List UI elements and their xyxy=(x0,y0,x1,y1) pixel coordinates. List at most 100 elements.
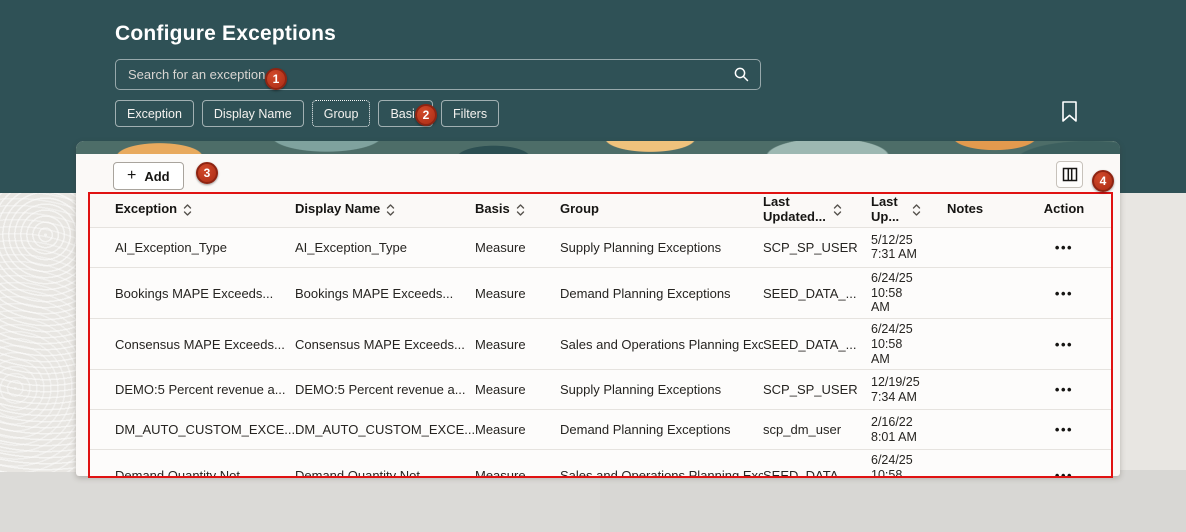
cell-last-updated-date: 6/24/25 10:58 AM xyxy=(871,450,947,476)
column-header-notes: Notes xyxy=(947,200,1033,219)
table-toolbar: + Add xyxy=(76,154,1120,193)
cell-notes xyxy=(947,384,1033,396)
cell-display-name: DM_AUTO_CUSTOM_EXCE... xyxy=(295,416,475,443)
bookmark-icon xyxy=(1060,100,1079,123)
cell-last-updated-by: SCP_SP_USER xyxy=(763,234,871,261)
cell-basis: Measure xyxy=(475,416,560,443)
table-row[interactable]: AI_Exception_Type AI_Exception_Type Meas… xyxy=(88,227,1113,267)
content-panel: + Add Exception xyxy=(76,141,1120,476)
column-label: Last Up... xyxy=(871,195,906,225)
search-box[interactable] xyxy=(115,59,761,90)
plus-icon: + xyxy=(127,168,136,184)
search-icon xyxy=(733,66,750,83)
page: Configure Exceptions Exception Display N… xyxy=(0,0,1186,532)
cell-action: ••• xyxy=(1033,377,1113,402)
add-button-label: Add xyxy=(144,169,169,184)
column-header-group[interactable]: Group xyxy=(560,200,763,219)
manage-columns-button[interactable] xyxy=(1056,161,1083,188)
cell-exception: DM_AUTO_CUSTOM_EXCE... xyxy=(88,416,295,443)
table-row[interactable]: Consensus MAPE Exceeds... Consensus MAPE… xyxy=(88,318,1113,369)
cell-last-updated-date: 6/24/25 10:58 AM xyxy=(871,319,947,369)
cell-group: Demand Planning Exceptions xyxy=(560,416,763,443)
row-actions-button[interactable]: ••• xyxy=(1055,469,1073,476)
cell-last-updated-date: 6/24/25 10:58 AM xyxy=(871,268,947,318)
cell-action: ••• xyxy=(1033,235,1113,260)
exceptions-table: Exception Display Name Basis xyxy=(88,193,1113,476)
cell-last-updated-date: 2/16/22 8:01 AM xyxy=(871,412,947,448)
cell-display-name: Consensus MAPE Exceeds... xyxy=(295,331,475,358)
row-actions-button[interactable]: ••• xyxy=(1055,383,1073,396)
cell-group: Sales and Operations Planning Excep xyxy=(560,462,763,476)
cell-notes xyxy=(947,470,1033,477)
column-header-basis[interactable]: Basis xyxy=(475,200,560,219)
cell-exception: Bookings MAPE Exceeds... xyxy=(88,280,295,307)
sort-icon[interactable] xyxy=(183,203,192,217)
cell-exception: Consensus MAPE Exceeds... xyxy=(88,331,295,358)
cell-last-updated-by: scp_dm_user xyxy=(763,416,871,443)
cell-display-name: Bookings MAPE Exceeds... xyxy=(295,280,475,307)
chip-basis[interactable]: Basis xyxy=(378,100,433,127)
sort-icon[interactable] xyxy=(833,203,842,217)
search-category-chips: Exception Display Name Group Basis Filte… xyxy=(115,100,499,127)
cell-last-updated-by: SEED_DATA_... xyxy=(763,331,871,358)
cell-basis: Measure xyxy=(475,376,560,403)
cell-notes xyxy=(947,241,1033,253)
row-actions-button[interactable]: ••• xyxy=(1055,423,1073,436)
cell-display-name: DEMO:5 Percent revenue a... xyxy=(295,376,475,403)
decor-rice-pattern xyxy=(600,470,1186,532)
search-input[interactable] xyxy=(128,67,733,82)
cell-display-name: AI_Exception_Type xyxy=(295,234,475,261)
cell-last-updated-date: 12/19/25 7:34 AM xyxy=(871,372,947,408)
column-header-action: Action xyxy=(1033,200,1113,219)
row-actions-button[interactable]: ••• xyxy=(1055,287,1073,300)
decor-banner xyxy=(76,141,1120,154)
add-button[interactable]: + Add xyxy=(113,162,184,190)
search-button[interactable] xyxy=(733,66,750,83)
cell-action: ••• xyxy=(1033,332,1113,357)
cell-exception: Demand Quantity Not... xyxy=(88,462,295,476)
table-row[interactable]: DM_AUTO_CUSTOM_EXCE... DM_AUTO_CUSTOM_EX… xyxy=(88,409,1113,449)
cell-group: Supply Planning Exceptions xyxy=(560,376,763,403)
chip-display-name[interactable]: Display Name xyxy=(202,100,304,127)
bookmark-button[interactable] xyxy=(1057,100,1081,126)
table-row[interactable]: DEMO:5 Percent revenue a... DEMO:5 Perce… xyxy=(88,369,1113,409)
cell-action: ••• xyxy=(1033,463,1113,476)
column-label: Action xyxy=(1044,202,1084,217)
column-label: Notes xyxy=(947,202,983,217)
cell-group: Supply Planning Exceptions xyxy=(560,234,763,261)
chip-filters[interactable]: Filters xyxy=(441,100,499,127)
cell-group: Sales and Operations Planning Excep xyxy=(560,331,763,358)
column-header-last-updated-date[interactable]: Last Up... xyxy=(871,193,947,227)
cell-last-updated-by: SEED_DATA_... xyxy=(763,280,871,307)
column-label: Exception xyxy=(115,202,177,217)
cell-last-updated-by: SCP_SP_USER xyxy=(763,376,871,403)
column-header-exception[interactable]: Exception xyxy=(88,200,295,219)
cell-action: ••• xyxy=(1033,281,1113,306)
column-label: Last Updated... xyxy=(763,195,827,225)
table-row[interactable]: Demand Quantity Not... Demand Quantity N… xyxy=(88,449,1113,476)
decor-circles-pattern xyxy=(0,193,76,472)
sort-icon[interactable] xyxy=(516,203,525,217)
table-row[interactable]: Bookings MAPE Exceeds... Bookings MAPE E… xyxy=(88,267,1113,318)
cell-basis: Measure xyxy=(475,280,560,307)
cell-last-updated-date: 5/12/25 7:31 AM xyxy=(871,230,947,266)
cell-exception: DEMO:5 Percent revenue a... xyxy=(88,376,295,403)
sort-icon[interactable] xyxy=(912,203,921,217)
page-title: Configure Exceptions xyxy=(115,22,336,46)
sort-icon[interactable] xyxy=(386,203,395,217)
column-label: Basis xyxy=(475,202,510,217)
cell-last-updated-by: SEED_DATA_... xyxy=(763,462,871,476)
table-header-row: Exception Display Name Basis xyxy=(88,193,1113,227)
column-header-last-updated-by[interactable]: Last Updated... xyxy=(763,193,871,227)
row-actions-button[interactable]: ••• xyxy=(1055,338,1073,351)
row-actions-button[interactable]: ••• xyxy=(1055,241,1073,254)
chip-group[interactable]: Group xyxy=(312,100,371,127)
cell-basis: Measure xyxy=(475,331,560,358)
column-header-display-name[interactable]: Display Name xyxy=(295,200,475,219)
cell-group: Demand Planning Exceptions xyxy=(560,280,763,307)
column-label: Group xyxy=(560,202,599,217)
column-label: Display Name xyxy=(295,202,380,217)
cell-display-name: Demand Quantity Not... xyxy=(295,462,475,476)
chip-exception[interactable]: Exception xyxy=(115,100,194,127)
cell-notes xyxy=(947,338,1033,350)
